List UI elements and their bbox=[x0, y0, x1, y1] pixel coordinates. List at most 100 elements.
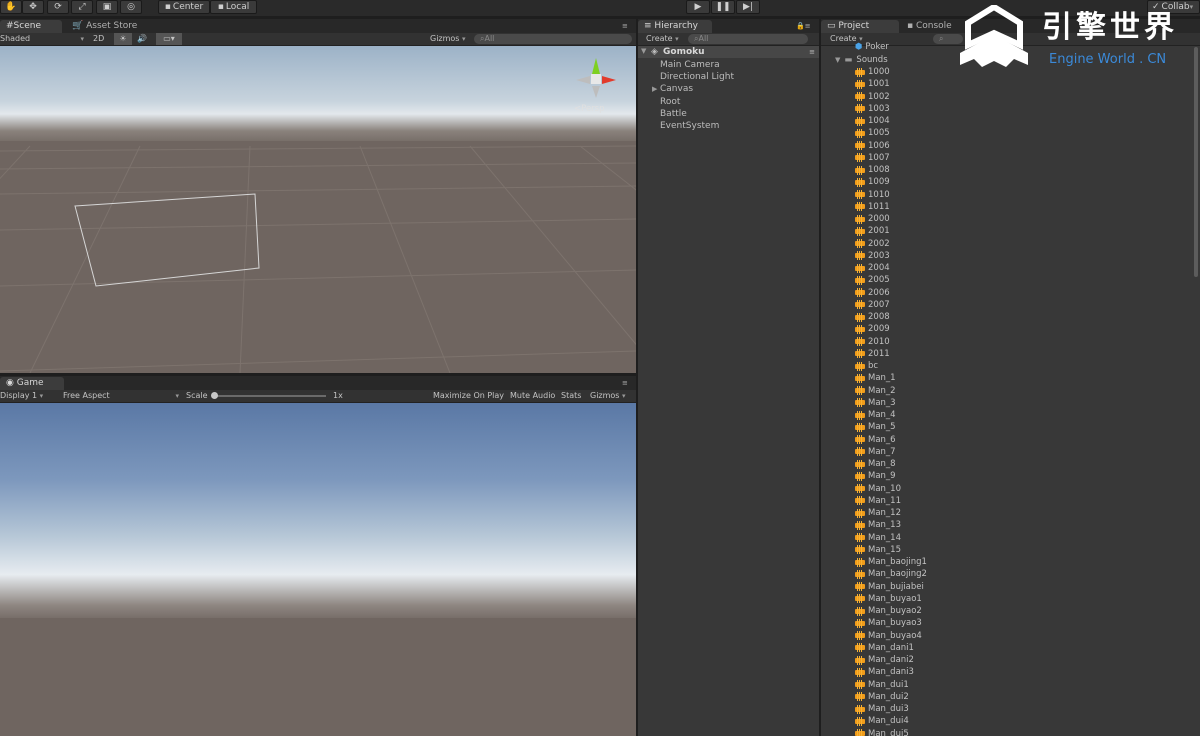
rotate-tool-icon[interactable]: ⟳ bbox=[47, 0, 69, 14]
panel-menu-icon[interactable]: ≡ bbox=[616, 20, 634, 33]
project-file-item[interactable]: 1006 bbox=[855, 140, 890, 152]
hand-tool-icon[interactable]: ✋ bbox=[0, 0, 22, 14]
chevron-down-icon[interactable]: ▼ bbox=[835, 56, 840, 64]
project-file-item[interactable]: Man_buyao3 bbox=[855, 617, 922, 629]
shading-dropdown[interactable]: Shaded ▾ bbox=[0, 33, 86, 45]
tab-game[interactable]: ◉ Game bbox=[0, 377, 64, 390]
project-file-item[interactable]: Man_15 bbox=[855, 544, 901, 556]
project-file-item[interactable]: bc bbox=[855, 360, 878, 372]
scene-menu-icon[interactable]: ≡ bbox=[809, 46, 815, 58]
project-file-item[interactable]: Man_11 bbox=[855, 495, 901, 507]
project-file-item[interactable]: Man_6 bbox=[855, 434, 896, 446]
project-file-item[interactable]: 1008 bbox=[855, 164, 890, 176]
hierarchy-item-battle[interactable]: Battle bbox=[660, 108, 687, 120]
project-file-item[interactable]: Man_3 bbox=[855, 397, 896, 409]
2d-toggle[interactable]: 2D bbox=[93, 33, 104, 45]
play-button[interactable]: ▶ bbox=[686, 0, 710, 14]
tab-hierarchy[interactable]: ≡ Hierarchy bbox=[638, 20, 712, 33]
project-file-item[interactable]: Man_bujiabei bbox=[855, 581, 924, 593]
transform-tool-icon[interactable]: ◎ bbox=[120, 0, 142, 14]
project-file-item[interactable]: Man_14 bbox=[855, 532, 901, 544]
project-scrollbar[interactable] bbox=[1194, 47, 1198, 277]
project-file-item[interactable]: 1005 bbox=[855, 127, 890, 139]
maximize-on-play-toggle[interactable]: Maximize On Play bbox=[433, 390, 504, 402]
project-file-item[interactable]: Man_dui4 bbox=[855, 715, 909, 727]
project-file-item[interactable]: Man_5 bbox=[855, 421, 896, 433]
project-file-item[interactable]: 2004 bbox=[855, 262, 890, 274]
project-file-item[interactable]: 2010 bbox=[855, 336, 890, 348]
display-dropdown[interactable]: Display 1 ▾ bbox=[0, 390, 43, 402]
project-file-item[interactable]: 1010 bbox=[855, 189, 890, 201]
project-file-item[interactable]: 2008 bbox=[855, 311, 890, 323]
scene-viewport[interactable]: <Persp bbox=[0, 46, 636, 373]
project-file-item[interactable]: Man_9 bbox=[855, 470, 896, 482]
mute-audio-toggle[interactable]: Mute Audio bbox=[510, 390, 555, 402]
tab-scene[interactable]: #Scene bbox=[0, 20, 62, 33]
project-file-item[interactable]: Man_buyao4 bbox=[855, 630, 922, 642]
hierarchy-create-dropdown[interactable]: Create ▾ bbox=[646, 33, 679, 45]
project-file-item[interactable]: Man_dui1 bbox=[855, 679, 909, 691]
project-file-item[interactable]: 2009 bbox=[855, 323, 890, 335]
game-gizmos-dropdown[interactable]: Gizmos ▾ bbox=[590, 390, 626, 402]
hierarchy-item-root[interactable]: Root bbox=[660, 96, 680, 108]
project-file-item[interactable]: 2002 bbox=[855, 238, 890, 250]
project-file-item[interactable]: Man_7 bbox=[855, 446, 896, 458]
project-file-item[interactable]: 1007 bbox=[855, 152, 890, 164]
lighting-icon[interactable]: ☀ bbox=[114, 33, 132, 45]
game-viewport[interactable] bbox=[0, 403, 636, 736]
tab-asset-store[interactable]: 🛒 Asset Store bbox=[66, 20, 143, 33]
stats-toggle[interactable]: Stats bbox=[561, 390, 581, 402]
project-file-item[interactable]: 2011 bbox=[855, 348, 890, 360]
project-file-item[interactable]: 1004 bbox=[855, 115, 890, 127]
hierarchy-item-main-camera[interactable]: Main Camera bbox=[660, 59, 720, 71]
project-file-item[interactable]: 1011 bbox=[855, 201, 890, 213]
project-file-item[interactable]: 1002 bbox=[855, 91, 890, 103]
chevron-down-icon[interactable]: ▼ bbox=[641, 47, 646, 55]
panel-menu-icon[interactable]: ≡ bbox=[616, 377, 634, 390]
project-file-item[interactable]: Man_buyao2 bbox=[855, 605, 922, 617]
project-folder-sounds[interactable]: ▼ ▬ Sounds bbox=[835, 54, 888, 66]
project-file-item[interactable]: 1003 bbox=[855, 103, 890, 115]
project-file-item[interactable]: 1000 bbox=[855, 66, 890, 78]
project-file-item[interactable]: Man_1 bbox=[855, 372, 896, 384]
hierarchy-item-directional-light[interactable]: Directional Light bbox=[660, 71, 734, 83]
project-file-item[interactable]: Man_baojing1 bbox=[855, 556, 927, 568]
pivot-center-button[interactable]: ▪ Center bbox=[158, 0, 210, 14]
project-file-item[interactable]: 2005 bbox=[855, 274, 890, 286]
project-file-item[interactable]: 1009 bbox=[855, 176, 890, 188]
chevron-right-icon[interactable]: ▶ bbox=[652, 85, 657, 93]
project-file-item[interactable]: Man_dani3 bbox=[855, 666, 914, 678]
project-file-item[interactable]: Man_2 bbox=[855, 385, 896, 397]
tab-project[interactable]: ▭ Project bbox=[821, 20, 899, 33]
project-file-item[interactable]: 2001 bbox=[855, 225, 890, 237]
effects-icon[interactable]: ▭▾ bbox=[156, 33, 182, 45]
scene-search-input[interactable]: ⌕All bbox=[474, 34, 632, 44]
project-file-item[interactable]: Man_dani1 bbox=[855, 642, 914, 654]
move-tool-icon[interactable]: ✥ bbox=[22, 0, 44, 14]
pause-button[interactable]: ❚❚ bbox=[711, 0, 735, 14]
rect-tool-icon[interactable]: ▣ bbox=[96, 0, 118, 14]
hierarchy-item-eventsystem[interactable]: EventSystem bbox=[660, 120, 719, 132]
scale-slider-handle[interactable] bbox=[211, 392, 218, 399]
orientation-gizmo[interactable]: <Persp bbox=[572, 54, 624, 114]
project-file-item[interactable]: Man_dui5 bbox=[855, 728, 909, 736]
audio-icon[interactable]: 🔊 bbox=[137, 33, 147, 45]
project-file-item[interactable]: Man_4 bbox=[855, 409, 896, 421]
project-file-item[interactable]: Man_dani2 bbox=[855, 654, 914, 666]
scale-tool-icon[interactable]: ⤢ bbox=[71, 0, 93, 14]
scene-gizmos-dropdown[interactable]: Gizmos ▾ bbox=[430, 33, 466, 45]
hierarchy-search-input[interactable]: ⌕All bbox=[688, 34, 808, 44]
project-file-item[interactable]: Man_8 bbox=[855, 458, 896, 470]
lock-icon[interactable]: 🔒≡ bbox=[790, 20, 817, 33]
project-file-item[interactable]: Man_baojing2 bbox=[855, 568, 927, 580]
project-file-item[interactable]: Man_buyao1 bbox=[855, 593, 922, 605]
tab-console[interactable]: ▪ Console bbox=[901, 20, 958, 33]
hierarchy-item-canvas[interactable]: Canvas bbox=[660, 83, 693, 95]
project-file-item[interactable]: 2000 bbox=[855, 213, 890, 225]
project-file-item[interactable]: Man_10 bbox=[855, 483, 901, 495]
project-file-item[interactable]: Man_dui3 bbox=[855, 703, 909, 715]
project-file-item[interactable]: 2006 bbox=[855, 287, 890, 299]
aspect-dropdown[interactable]: Free Aspect ▾ bbox=[63, 390, 181, 402]
project-file-item[interactable]: 2003 bbox=[855, 250, 890, 262]
project-file-item[interactable]: 2007 bbox=[855, 299, 890, 311]
